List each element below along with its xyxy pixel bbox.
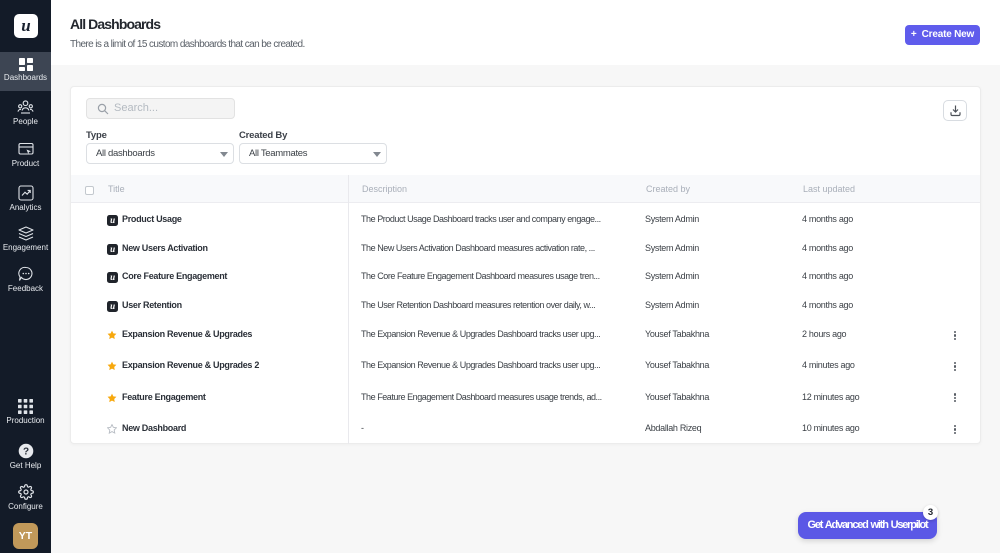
svg-text:?: ? xyxy=(22,447,28,458)
svg-text:u: u xyxy=(110,244,115,254)
svg-text:u: u xyxy=(110,301,115,311)
svg-text:u: u xyxy=(110,215,115,225)
svg-text:u: u xyxy=(110,272,115,282)
